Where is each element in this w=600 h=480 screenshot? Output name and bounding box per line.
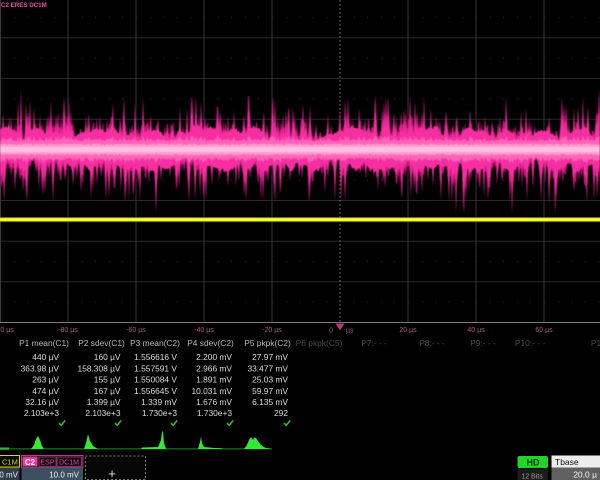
svg-text:1.730e+3: 1.730e+3	[142, 408, 178, 418]
svg-text:P5 pkpk(C2): P5 pkpk(C2)	[244, 338, 291, 348]
svg-text:ESP: ESP	[40, 460, 54, 467]
svg-text:167 µV: 167 µV	[94, 386, 121, 396]
svg-text:Tbase: Tbase	[555, 457, 579, 467]
svg-text:1.891 mV: 1.891 mV	[196, 375, 232, 385]
svg-text:32.16 µV: 32.16 µV	[25, 397, 59, 407]
svg-text:1.557591 V: 1.557591 V	[134, 363, 177, 373]
svg-text:10.0 mV: 10.0 mV	[49, 471, 79, 480]
svg-text:C2 ERES DC1M: C2 ERES DC1M	[1, 2, 47, 9]
svg-text:-80 µs: -80 µs	[58, 327, 78, 334]
svg-text:µs: µs	[346, 328, 354, 335]
svg-text:25.03 mV: 25.03 mV	[252, 375, 288, 385]
svg-text:P10:- - -: P10:- - -	[515, 338, 545, 348]
svg-text:20 µs: 20 µs	[399, 327, 417, 334]
svg-text:C2: C2	[25, 458, 36, 467]
svg-text:2.200 mV: 2.200 mV	[196, 352, 232, 362]
svg-text:160 µV: 160 µV	[94, 352, 121, 362]
svg-text:2.966 mV: 2.966 mV	[196, 363, 232, 373]
svg-text:10.031 mV: 10.031 mV	[191, 386, 232, 396]
svg-text:-20 µs: -20 µs	[262, 327, 282, 334]
svg-text:1.556616 V: 1.556616 V	[134, 352, 177, 362]
svg-text:1.676 mV: 1.676 mV	[196, 397, 232, 407]
svg-text:0: 0	[329, 328, 333, 335]
svg-text:P1: P1	[591, 338, 600, 348]
svg-text:P9:- - -: P9:- - -	[470, 338, 496, 348]
svg-text:158.308 µV: 158.308 µV	[77, 363, 120, 373]
svg-text:60 µs: 60 µs	[535, 327, 553, 334]
svg-text:0 mV: 0 mV	[0, 471, 19, 480]
svg-text:1.730e+3: 1.730e+3	[197, 408, 233, 418]
svg-text:P8:- - -: P8:- - -	[419, 338, 445, 348]
svg-text:27.97 mV: 27.97 mV	[252, 352, 288, 362]
svg-text:P7:- - -: P7:- - -	[361, 338, 387, 348]
svg-text:2.103e+3: 2.103e+3	[85, 408, 121, 418]
svg-text:33.477 mV: 33.477 mV	[247, 363, 288, 373]
svg-text:363.98 µV: 363.98 µV	[21, 363, 60, 373]
svg-text:P4 sdev(C2): P4 sdev(C2)	[187, 338, 234, 348]
svg-text:6.135 mV: 6.135 mV	[252, 397, 288, 407]
svg-text:40 µs: 40 µs	[467, 327, 485, 334]
svg-text:P2 sdev(C1): P2 sdev(C1)	[78, 338, 125, 348]
svg-text:59.97 mV: 59.97 mV	[252, 386, 288, 396]
svg-text:P3 mean(C2): P3 mean(C2)	[130, 338, 180, 348]
svg-text:2.103e+3: 2.103e+3	[24, 408, 60, 418]
svg-text:1.339 mV: 1.339 mV	[141, 397, 177, 407]
svg-text:20.0 µ: 20.0 µ	[573, 470, 597, 480]
svg-text:474 µV: 474 µV	[32, 386, 59, 396]
svg-text:1.550084 V: 1.550084 V	[134, 375, 177, 385]
svg-text:-40 µs: -40 µs	[194, 327, 214, 334]
svg-text:C1M: C1M	[2, 458, 18, 467]
svg-text:+: +	[108, 466, 116, 480]
svg-text:DC1M: DC1M	[59, 460, 79, 467]
svg-text:12 Bits: 12 Bits	[521, 474, 543, 480]
svg-text:1.556645 V: 1.556645 V	[134, 386, 177, 396]
svg-text:HD: HD	[527, 458, 540, 468]
svg-text:440 µV: 440 µV	[32, 352, 59, 362]
svg-text:P1 mean(C1): P1 mean(C1)	[19, 338, 69, 348]
svg-text:263 µV: 263 µV	[32, 375, 59, 385]
svg-text:155 µV: 155 µV	[94, 375, 121, 385]
svg-text:-60 µs: -60 µs	[126, 327, 146, 334]
svg-text:P6 pkpk(C5): P6 pkpk(C5)	[296, 338, 343, 348]
svg-text:-100 µs: -100 µs	[0, 327, 14, 334]
svg-text:292: 292	[274, 408, 288, 418]
svg-text:1.399 µV: 1.399 µV	[87, 397, 121, 407]
